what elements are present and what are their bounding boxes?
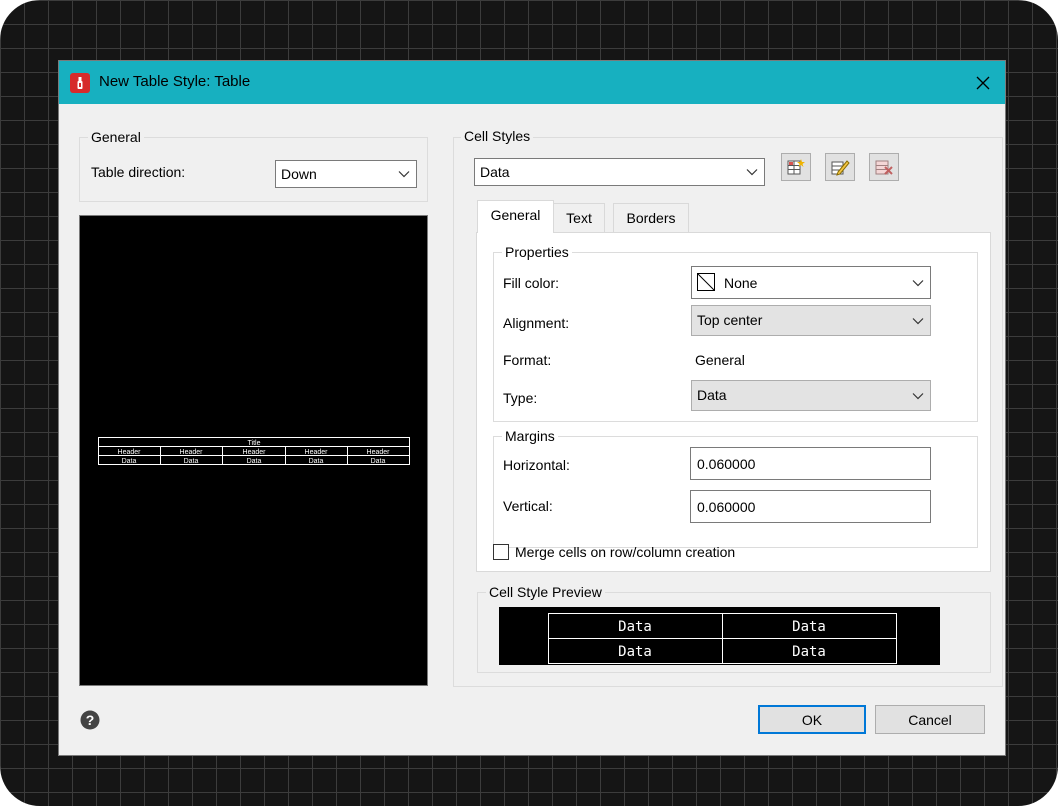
cell-style-preview-group-label: Cell Style Preview bbox=[486, 583, 605, 601]
type-dropdown[interactable]: Data bbox=[691, 380, 931, 411]
merge-cells-checkbox[interactable] bbox=[493, 544, 509, 560]
format-label: Format: bbox=[503, 352, 552, 368]
close-icon bbox=[976, 76, 990, 89]
table-direction-value: Down bbox=[281, 166, 317, 182]
horizontal-margin-input[interactable]: 0.060000 bbox=[690, 447, 931, 480]
table-direction-label: Table direction: bbox=[91, 164, 186, 180]
margins-group-label: Margins bbox=[502, 427, 558, 445]
disabled-cell-style-icon bbox=[875, 160, 893, 175]
alignment-dropdown[interactable]: Top center bbox=[691, 305, 931, 336]
cell-style-dropdown[interactable]: Data bbox=[474, 158, 765, 186]
create-cell-style-icon bbox=[787, 159, 805, 175]
autocad-app-icon bbox=[70, 73, 90, 93]
svg-text:?: ? bbox=[86, 712, 95, 728]
cell-style-value: Data bbox=[480, 164, 510, 180]
cell-preview-cell: Data bbox=[618, 644, 652, 660]
fill-color-label: Fill color: bbox=[503, 275, 560, 291]
type-value: Data bbox=[697, 387, 727, 403]
manage-cell-styles-button[interactable] bbox=[825, 153, 855, 181]
preview-header-cell: Header bbox=[367, 449, 391, 456]
merge-cells-label[interactable]: Merge cells on row/column creation bbox=[515, 544, 735, 560]
help-button[interactable]: ? bbox=[80, 710, 100, 730]
fill-color-swatch-icon bbox=[697, 273, 715, 291]
alignment-value: Top center bbox=[697, 312, 763, 328]
cell-preview-cell: Data bbox=[618, 619, 652, 635]
cell-style-preview: Data Data Data Data bbox=[499, 607, 940, 665]
table-preview: Title Header Header Header Header Header… bbox=[79, 215, 428, 686]
manage-cell-styles-icon bbox=[831, 160, 850, 176]
tab-borders[interactable]: Borders bbox=[613, 203, 689, 232]
preview-header-cell: Header bbox=[243, 449, 267, 456]
horizontal-margin-label: Horizontal: bbox=[503, 457, 570, 473]
horizontal-margin-value: 0.060000 bbox=[697, 456, 756, 472]
fill-color-dropdown[interactable]: None bbox=[691, 266, 931, 299]
format-value[interactable]: General bbox=[695, 352, 745, 368]
general-group-label: General bbox=[88, 128, 144, 146]
create-cell-style-button[interactable] bbox=[781, 153, 811, 181]
preview-header-cell: Header bbox=[180, 449, 204, 456]
cell-style-preview-drawing: Data Data Data Data bbox=[548, 613, 897, 664]
preview-data-cell: Data bbox=[371, 458, 386, 465]
help-icon: ? bbox=[80, 710, 100, 730]
ok-button[interactable]: OK bbox=[758, 705, 866, 734]
preview-data-cell: Data bbox=[309, 458, 324, 465]
chevron-down-icon bbox=[912, 393, 924, 400]
disabled-cell-style-button[interactable] bbox=[869, 153, 899, 181]
general-group: General Table direction: Down bbox=[79, 128, 428, 202]
alignment-label: Alignment: bbox=[503, 315, 570, 331]
close-button[interactable] bbox=[961, 61, 1005, 104]
title-bar[interactable]: New Table Style: Table bbox=[59, 61, 1005, 104]
vertical-margin-input[interactable]: 0.060000 bbox=[690, 490, 931, 523]
tab-general[interactable]: General bbox=[477, 200, 554, 233]
cell-styles-group-label: Cell Styles bbox=[461, 127, 534, 145]
window-title: New Table Style: Table bbox=[99, 73, 251, 90]
preview-data-cell: Data bbox=[122, 458, 137, 465]
preview-header-cell: Header bbox=[305, 449, 329, 456]
preview-header-cell: Header bbox=[118, 449, 142, 456]
properties-group-label: Properties bbox=[502, 243, 572, 261]
chevron-down-icon bbox=[398, 171, 410, 178]
vertical-margin-label: Vertical: bbox=[503, 498, 553, 514]
preview-data-cell: Data bbox=[247, 458, 262, 465]
chevron-down-icon bbox=[746, 169, 758, 176]
cell-preview-cell: Data bbox=[792, 644, 826, 660]
type-label: Type: bbox=[503, 390, 538, 406]
tab-text[interactable]: Text bbox=[553, 203, 605, 232]
preview-title-text: Title bbox=[248, 440, 261, 447]
table-direction-dropdown[interactable]: Down bbox=[275, 160, 417, 188]
chevron-down-icon bbox=[912, 318, 924, 325]
cancel-button[interactable]: Cancel bbox=[875, 705, 985, 734]
vertical-margin-value: 0.060000 bbox=[697, 499, 756, 515]
table-preview-drawing: Title Header Header Header Header Header… bbox=[98, 437, 410, 465]
preview-data-cell: Data bbox=[184, 458, 199, 465]
cell-preview-cell: Data bbox=[792, 619, 826, 635]
chevron-down-icon bbox=[912, 280, 924, 287]
fill-color-value: None bbox=[724, 275, 758, 291]
tab-panel-general: Properties Fill color: None Alignment: T… bbox=[476, 232, 991, 572]
new-table-style-dialog: New Table Style: Table General Table dir… bbox=[59, 61, 1005, 755]
